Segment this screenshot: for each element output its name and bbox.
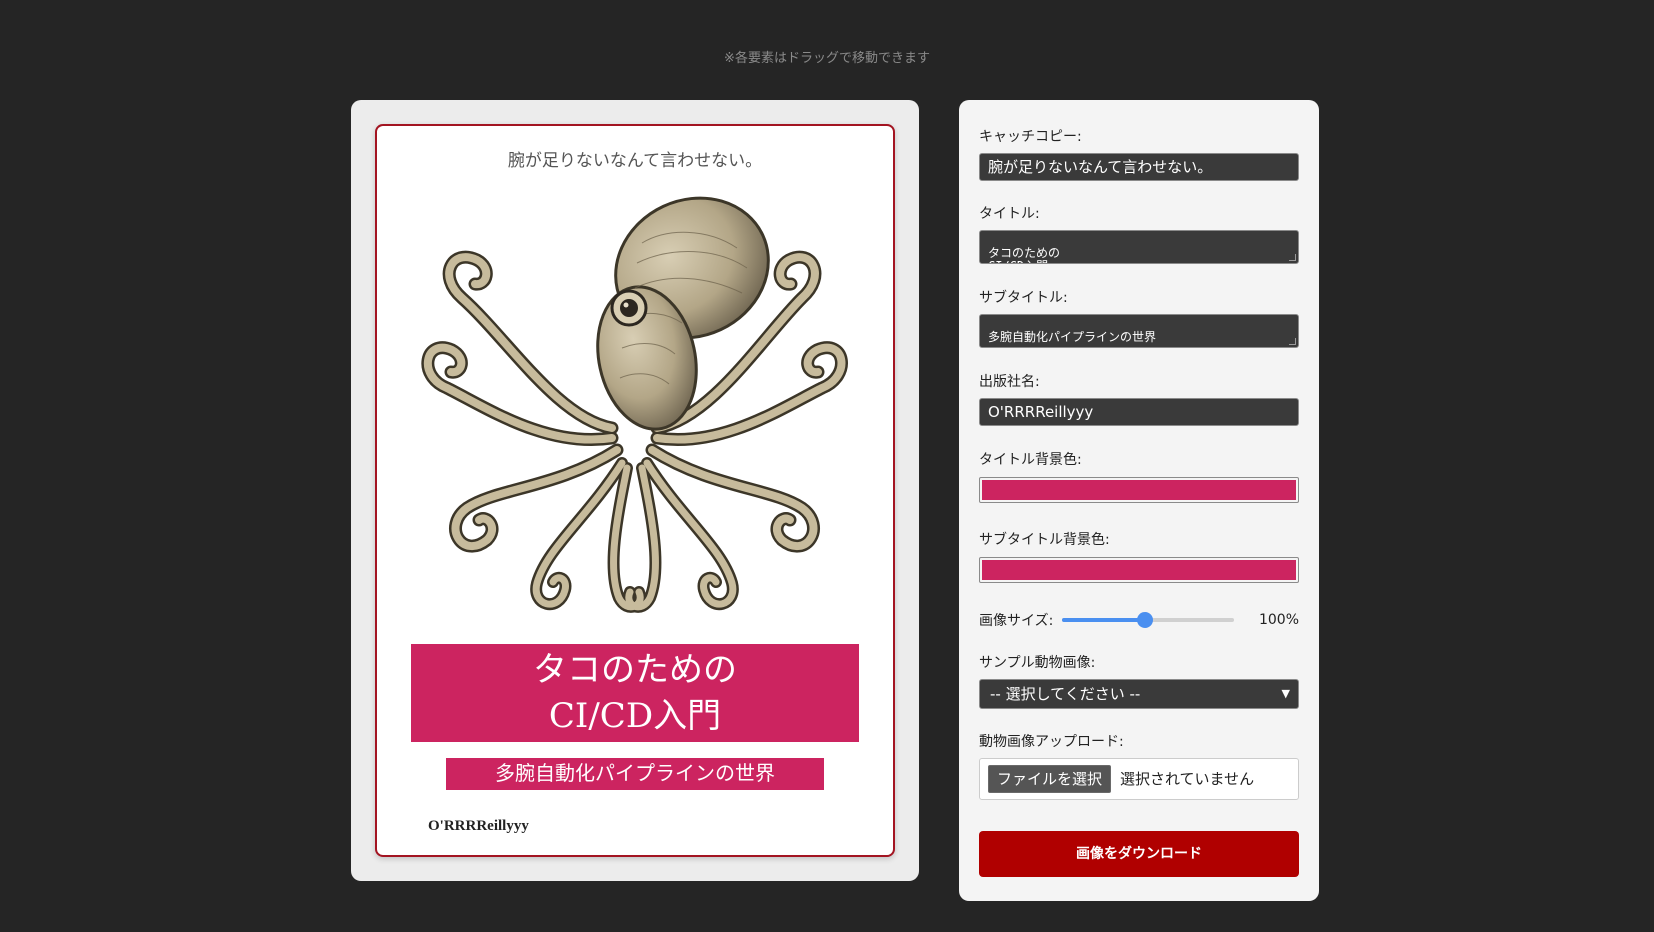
sample-image-select[interactable]: -- 選択してください -- ▼ [979,679,1299,709]
cover-title[interactable]: タコのための CI/CD入門 [411,644,859,742]
subtitle-bg-color-swatch [982,560,1296,580]
publisher-label: 出版社名: [979,374,1040,390]
resize-grip-icon[interactable] [1289,254,1296,261]
title-bg-color-picker[interactable] [979,477,1299,503]
subtitle-textarea[interactable]: 多腕自動化パイプラインの世界 [979,314,1299,348]
cover-catchcopy[interactable]: 腕が足りないなんて言わせない。 [377,146,893,171]
publisher-input[interactable]: O'RRRReillyyy [979,398,1299,426]
sample-image-label: サンプル動物画像: [979,655,1096,671]
title-textarea[interactable]: タコのための CI/CD入門 [979,230,1299,264]
image-size-value: 100% [1258,612,1299,628]
slider-fill [1062,618,1145,622]
sample-image-selected: -- 選択してください -- [990,685,1141,703]
subtitle-textarea-value: 多腕自動化パイプラインの世界 [988,330,1157,344]
file-status: 選択されていません [1120,770,1255,788]
title-bg-color-swatch [982,480,1296,500]
file-upload: ファイルを選択 選択されていません [979,758,1299,800]
chevron-down-icon: ▼ [1281,687,1290,700]
title-label: タイトル: [979,206,1040,222]
download-image-button[interactable]: 画像をダウンロード [979,831,1299,877]
subtitle-bg-color-label: サブタイトル背景色: [979,532,1110,548]
settings-form: キャッチコピー: 腕が足りないなんて言わせない。 タイトル: タコのための CI… [959,100,1319,901]
catchcopy-label: キャッチコピー: [979,129,1082,145]
subtitle-label: サブタイトル: [979,290,1068,306]
cover-publisher[interactable]: O'RRRReillyyy [428,818,529,835]
image-size-slider[interactable] [1062,612,1234,628]
octopus-illustration-icon[interactable] [407,188,867,618]
image-size-label: 画像サイズ: [979,613,1054,629]
drag-hint: ※各要素はドラッグで移動できます [724,51,930,66]
book-cover: 腕が足りないなんて言わせない。 タコのための CI/CD入門 多腕自動化パイプラ… [375,124,895,857]
title-textarea-value: タコのための CI/CD入門 [988,246,1061,264]
choose-file-button[interactable]: ファイルを選択 [988,765,1112,793]
slider-thumb[interactable] [1136,612,1153,628]
catchcopy-input[interactable]: 腕が足りないなんて言わせない。 [979,153,1299,181]
preview-panel: 腕が足りないなんて言わせない。 タコのための CI/CD入門 多腕自動化パイプラ… [351,100,919,881]
title-bg-color-label: タイトル背景色: [979,452,1082,468]
subtitle-bg-color-picker[interactable] [979,557,1299,583]
upload-label: 動物画像アップロード: [979,734,1124,750]
cover-subtitle[interactable]: 多腕自動化パイプラインの世界 [446,758,824,790]
resize-grip-icon[interactable] [1289,338,1296,345]
